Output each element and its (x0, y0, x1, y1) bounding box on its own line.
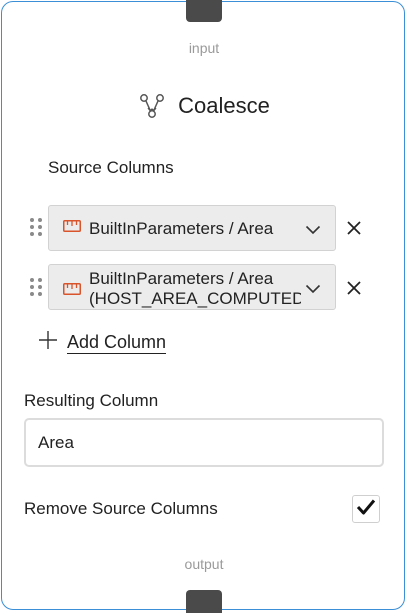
add-column-button[interactable]: Add Column (38, 330, 167, 355)
ruler-icon (63, 282, 81, 300)
resulting-column-label: Resulting Column (24, 391, 159, 410)
source-columns-label: Source Columns (48, 158, 174, 177)
source-column-text-line1: BuiltInParameters / Area (89, 269, 274, 288)
drag-handle-icon[interactable] (30, 218, 42, 238)
remove-source-columns-label: Remove Source Columns (24, 499, 218, 518)
output-port[interactable] (186, 590, 222, 613)
output-port-label: output (184, 556, 224, 572)
node-title: Coalesce (178, 93, 270, 118)
remove-column-1-close-icon[interactable] (345, 219, 363, 237)
source-column-text: BuiltInParameters / Area (89, 219, 274, 238)
chevron-down-icon[interactable] (305, 222, 321, 240)
add-column-label: Add Column (67, 332, 167, 354)
remove-source-columns-checkbox[interactable] (352, 495, 380, 523)
source-column-select-1[interactable]: BuiltInParameters / Area (48, 205, 336, 251)
node-header: Coalesce (0, 90, 408, 122)
drag-handle-icon[interactable] (30, 278, 42, 298)
merge-icon (138, 92, 166, 120)
source-column-text-line2: (HOST_AREA_COMPUTED (89, 289, 301, 308)
input-port[interactable] (186, 0, 222, 22)
plus-icon (38, 330, 58, 355)
remove-column-2-close-icon[interactable] (345, 279, 363, 297)
resulting-column-input[interactable] (24, 418, 384, 467)
input-port-label: input (188, 40, 220, 56)
source-column-select-2[interactable]: BuiltInParameters / Area (HOST_AREA_COMP… (48, 264, 336, 310)
ruler-icon (63, 219, 81, 237)
checkmark-icon (356, 498, 376, 521)
chevron-down-icon[interactable] (305, 281, 321, 299)
